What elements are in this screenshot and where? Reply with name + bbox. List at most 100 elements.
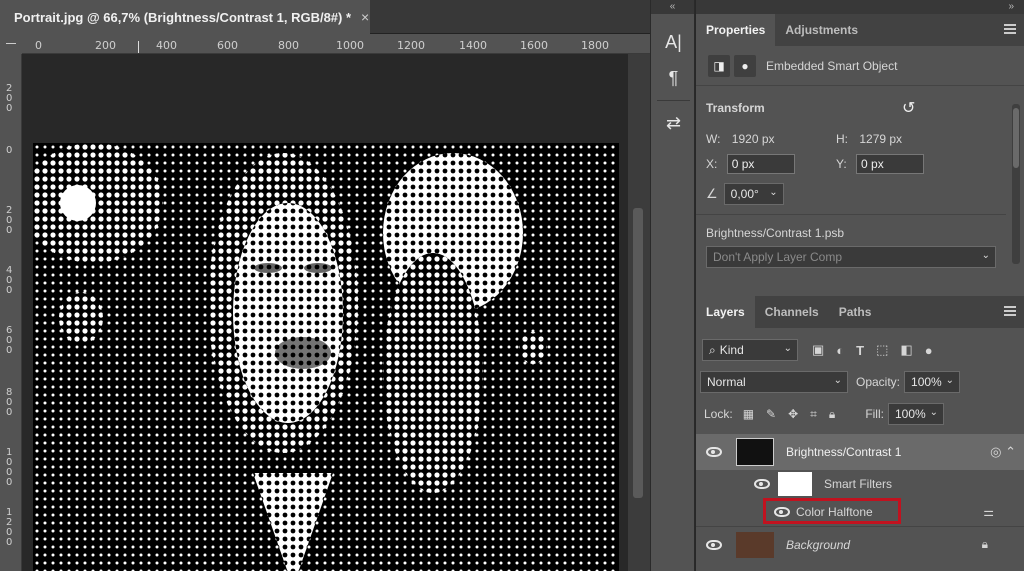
- smart-object-header: ◨ ● Embedded Smart Object: [696, 46, 1024, 86]
- visibility-eye-icon[interactable]: [706, 539, 722, 550]
- pixel-filter-icon[interactable]: ▣: [812, 342, 824, 358]
- tab-channels[interactable]: Channels: [755, 296, 829, 328]
- ruler-top-tick: 200: [95, 39, 116, 52]
- type-filter-icon[interactable]: T: [856, 343, 864, 358]
- layers-menu-icon[interactable]: [1004, 306, 1016, 316]
- kind-label: Kind: [719, 343, 744, 357]
- fill-field[interactable]: 100% ⌄: [887, 403, 944, 425]
- mask-icon[interactable]: ●: [734, 54, 756, 77]
- character-icon[interactable]: A|: [651, 24, 696, 60]
- layer-row-smart-filters[interactable]: Smart Filters: [696, 470, 1024, 498]
- ruler-top-tick: 1400: [459, 39, 487, 52]
- chevron-down-icon: ⌄: [833, 375, 842, 386]
- lock-position-icon[interactable]: ✥: [788, 407, 798, 421]
- filter-mask-thumbnail: [778, 472, 812, 496]
- glyph-history-icon[interactable]: ⇄: [651, 105, 696, 141]
- blend-mode-select[interactable]: Normal ⌄: [700, 371, 848, 393]
- lock-pixels-icon[interactable]: ✎: [766, 407, 776, 421]
- reset-transform-icon[interactable]: ↺: [902, 98, 915, 118]
- canvas-area[interactable]: [22, 54, 628, 571]
- properties-scrollbar[interactable]: [1012, 104, 1020, 264]
- ruler-top: 0 200 400 600 800 1000 1200 1400 1600 18…: [22, 34, 650, 54]
- visibility-eye-icon[interactable]: [706, 447, 722, 457]
- ruler-top-tick: 600: [217, 39, 238, 52]
- visibility-eye-icon[interactable]: [774, 507, 790, 517]
- properties-panel: ◨ ● Embedded Smart Object Transform ↺ W:…: [696, 46, 1024, 296]
- opacity-label: Opacity:: [856, 375, 901, 389]
- layer-kind-filter[interactable]: ⌕ Kind ⌄: [702, 339, 798, 361]
- lock-transparent-icon[interactable]: ▦: [743, 407, 754, 421]
- y-field[interactable]: 0 px: [856, 154, 925, 174]
- smart-object-filter-icon[interactable]: ◧: [900, 342, 912, 358]
- angle-value: 0,00°: [730, 187, 759, 201]
- width-value[interactable]: 1920 px: [732, 132, 775, 146]
- height-label: H:: [836, 132, 848, 146]
- smart-object-icon[interactable]: ◨: [708, 54, 730, 77]
- width-label: W:: [706, 132, 721, 146]
- blending-options-icon[interactable]: ⚌: [983, 505, 994, 519]
- x-label: X:: [706, 157, 718, 171]
- layers-tab-bar: Layers Channels Paths: [696, 296, 1024, 328]
- tab-properties[interactable]: Properties: [696, 14, 776, 46]
- halftone-portrait-image[interactable]: [33, 143, 619, 571]
- ruler-left-tick: 200: [6, 83, 13, 114]
- layer-name[interactable]: Brightness/Contrast 1: [786, 445, 901, 459]
- layer-comp-select[interactable]: Don't Apply Layer Comp ⌄: [706, 246, 996, 268]
- lock-artboard-icon[interactable]: ⌗: [810, 407, 817, 422]
- shape-filter-icon[interactable]: ⬚: [876, 342, 888, 358]
- lock-label: Lock:: [704, 407, 733, 421]
- x-field[interactable]: 0 px: [726, 154, 795, 174]
- chevron-down-icon: ⌄: [769, 187, 778, 198]
- tab-layers[interactable]: Layers: [696, 296, 755, 328]
- opacity-field[interactable]: 100% ⌄: [904, 371, 961, 393]
- layer-row-background[interactable]: Background 🔒︎: [696, 526, 1024, 562]
- strip-collapse-button[interactable]: «: [651, 0, 694, 14]
- layer-row-brightness-contrast[interactable]: Brightness/Contrast 1 ◎ ⌃: [696, 434, 1024, 470]
- y-label: Y:: [836, 157, 847, 171]
- ruler-top-tick: 400: [156, 39, 177, 52]
- ruler-top-tick: 1800: [581, 39, 609, 52]
- document-tab[interactable]: Portrait.jpg @ 66,7% (Brightness/Contras…: [0, 0, 370, 34]
- ruler-top-tick: 1200: [397, 39, 425, 52]
- layers-panel: Layers Channels Paths ⌕ Kind ⌄ ▣ ◐ T ⬚ ◧…: [696, 296, 1024, 571]
- layer-name: Smart Filters: [824, 477, 893, 491]
- angle-icon: ∠: [706, 186, 718, 201]
- ruler-corner: [0, 34, 22, 54]
- scrollbar-thumb[interactable]: [633, 208, 643, 498]
- properties-tab-bar: Properties Adjustments: [696, 14, 1024, 46]
- search-icon: ⌕: [709, 342, 716, 357]
- ruler-left-tick: 0: [6, 145, 13, 156]
- height-value[interactable]: 1279 px: [859, 132, 902, 146]
- tab-adjustments[interactable]: Adjustments: [775, 14, 868, 46]
- photoshop-window: Portrait.jpg @ 66,7% (Brightness/Contras…: [0, 0, 1024, 571]
- paragraph-icon[interactable]: ¶: [651, 60, 696, 96]
- transform-title: Transform: [706, 101, 765, 115]
- visibility-eye-icon[interactable]: [754, 479, 770, 489]
- ruler-left-tick: 1200: [6, 507, 13, 548]
- halftone-portrait-svg: [33, 143, 619, 571]
- smart-filter-icon: ◎ ⌃: [990, 444, 1016, 459]
- blend-mode-value: Normal: [707, 375, 746, 389]
- adjustment-filter-icon[interactable]: ◐: [836, 343, 844, 358]
- layer-thumbnail: [736, 531, 774, 558]
- panel-menu-icon[interactable]: [1004, 24, 1016, 34]
- ruler-left-tick: 200: [6, 205, 13, 236]
- ruler-top-tick: 1000: [336, 39, 364, 52]
- opacity-value: 100%: [911, 375, 942, 389]
- lock-icon: 🔒︎: [981, 537, 988, 551]
- right-panel: » Properties Adjustments ◨ ● Embedded Sm…: [696, 0, 1024, 571]
- layer-name[interactable]: Background: [786, 538, 850, 552]
- tab-paths[interactable]: Paths: [829, 296, 882, 328]
- canvas-vertical-scrollbar[interactable]: [628, 54, 650, 571]
- panel-collapse-button[interactable]: »: [696, 0, 1024, 14]
- chevron-down-icon: ⌄: [981, 250, 990, 261]
- panel-icon-strip: « A| ¶ ⇄: [650, 0, 695, 571]
- smart-object-label: Embedded Smart Object: [766, 58, 898, 73]
- filter-toggle-icon[interactable]: ●: [925, 343, 933, 358]
- close-icon[interactable]: ×: [361, 9, 369, 25]
- chevron-down-icon: ⌄: [929, 407, 938, 418]
- angle-field[interactable]: 0,00° ⌄: [723, 183, 784, 205]
- lock-all-icon[interactable]: 🔒︎: [829, 407, 835, 422]
- ruler-top-tick: 1600: [520, 39, 548, 52]
- layer-row-color-halftone[interactable]: Color Halftone ⚌: [696, 498, 1024, 526]
